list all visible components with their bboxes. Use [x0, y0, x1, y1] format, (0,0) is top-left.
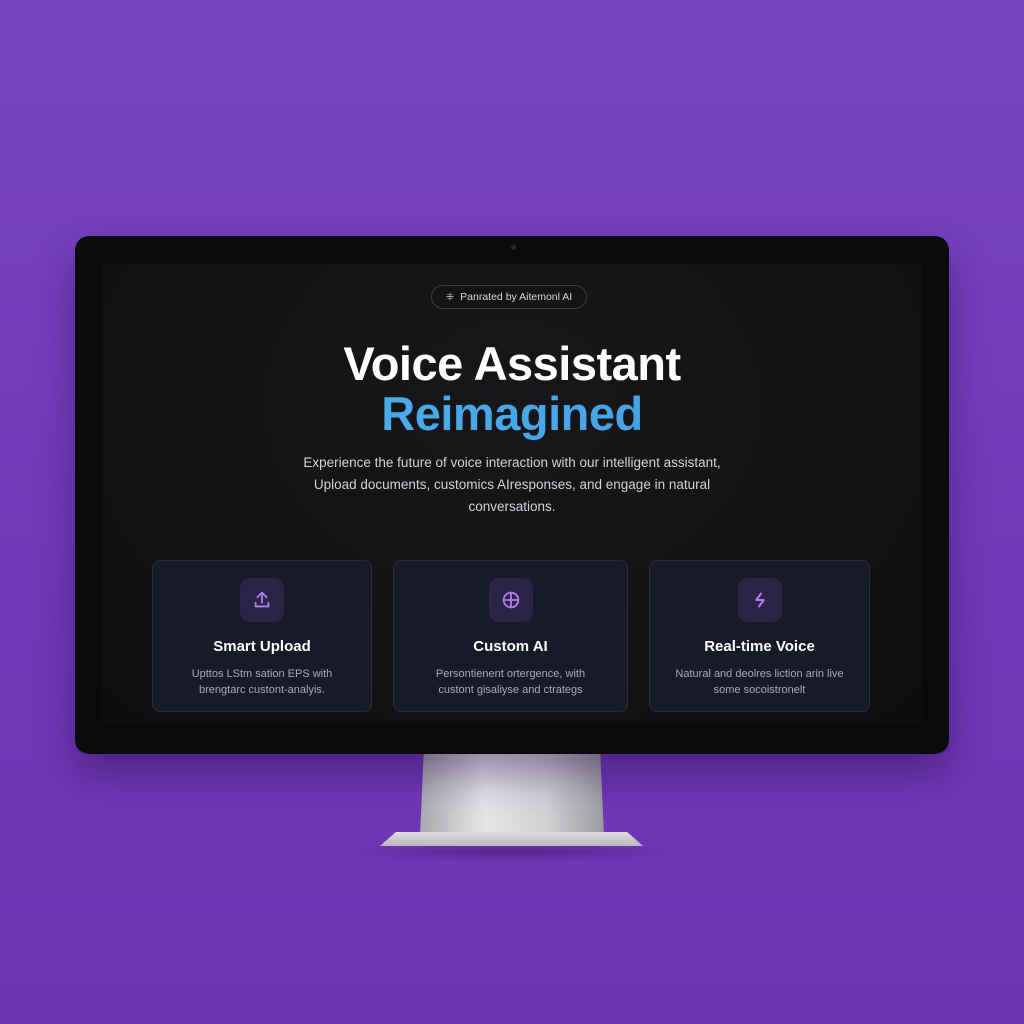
feature-card-real-time-voice[interactable]: Real-time Voice Natural and deolres lict…	[649, 560, 870, 712]
subtitle-line: Upload documents, customics AIresponses,…	[313, 477, 711, 492]
card-title: Real-time Voice	[704, 638, 815, 655]
monitor-frame: ⁜ Panrated by Aitemonl AI Voice Assistan…	[75, 236, 949, 754]
card-description-line: Natural and deolres liction arin live	[675, 668, 844, 680]
monitor-stand-base	[380, 832, 643, 846]
hero-subtitle: Experience the future of voice interacti…	[272, 452, 752, 518]
upload-icon	[240, 578, 284, 622]
sparkle-icon: ⁜	[445, 291, 455, 303]
powered-by-badge[interactable]: ⁜ Panrated by Aitemonl AI	[431, 285, 587, 309]
card-description-line: some socoistronelt	[713, 684, 806, 696]
card-title: Custom AI	[473, 638, 548, 655]
crosshair-icon	[488, 578, 533, 622]
card-description-line: Upttos LStm sation EPS with	[191, 668, 333, 680]
badge-label: Panrated by Aitemonl AI	[460, 291, 573, 303]
card-description: Natural and deolres liction arin live so…	[660, 666, 859, 698]
card-description-line: custont gisaliyse and ctrategs	[438, 684, 583, 696]
lightning-icon	[737, 578, 782, 622]
card-title: Smart Upload	[213, 638, 311, 655]
screen: ⁜ Panrated by Aitemonl AI Voice Assistan…	[102, 264, 922, 724]
monitor-stand-neck	[420, 754, 604, 836]
hero-title-highlight: Reimagined	[102, 386, 922, 441]
feature-card-custom-ai[interactable]: Custom AI Persontienent ortergence, with…	[393, 560, 628, 712]
subtitle-line: conversations.	[468, 499, 556, 514]
card-description-line: Persontienent ortergence, with	[435, 668, 586, 680]
hero-title: Voice Assistant	[343, 337, 681, 390]
card-description-line: brengtarc custont-analyis.	[199, 684, 325, 696]
card-description: Upttos LStm sation EPS with brengtarc cu…	[163, 666, 361, 698]
subtitle-line: Experience the future of voice interacti…	[303, 455, 721, 470]
camera-dot	[511, 245, 516, 250]
card-description: Persontienent ortergence, with custont g…	[404, 666, 617, 698]
feature-card-smart-upload[interactable]: Smart Upload Upttos LStm sation EPS with…	[152, 560, 372, 712]
